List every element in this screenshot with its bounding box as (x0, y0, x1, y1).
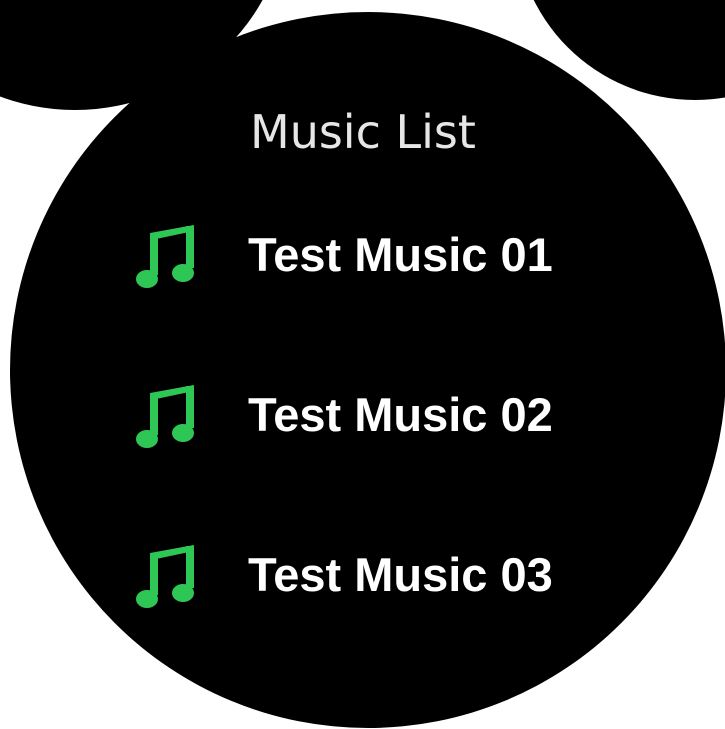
music-note-icon (136, 385, 194, 448)
music-list-item-03[interactable]: Test Music 03 (130, 537, 650, 627)
music-item-label: Test Music 01 (248, 228, 553, 281)
app-stage: Music List Test Music 01 Test Music 02 T… (0, 0, 725, 729)
music-note-icon (136, 225, 194, 288)
page-title: Music List (250, 105, 476, 159)
music-item-label: Test Music 03 (248, 548, 553, 601)
music-list-screen: Music List Test Music 01 Test Music 02 T… (10, 12, 725, 728)
music-list-item-02[interactable]: Test Music 02 (130, 377, 650, 467)
music-list-item-01[interactable]: Test Music 01 (130, 217, 650, 307)
music-item-label: Test Music 02 (248, 388, 553, 441)
music-note-icon (136, 545, 194, 608)
